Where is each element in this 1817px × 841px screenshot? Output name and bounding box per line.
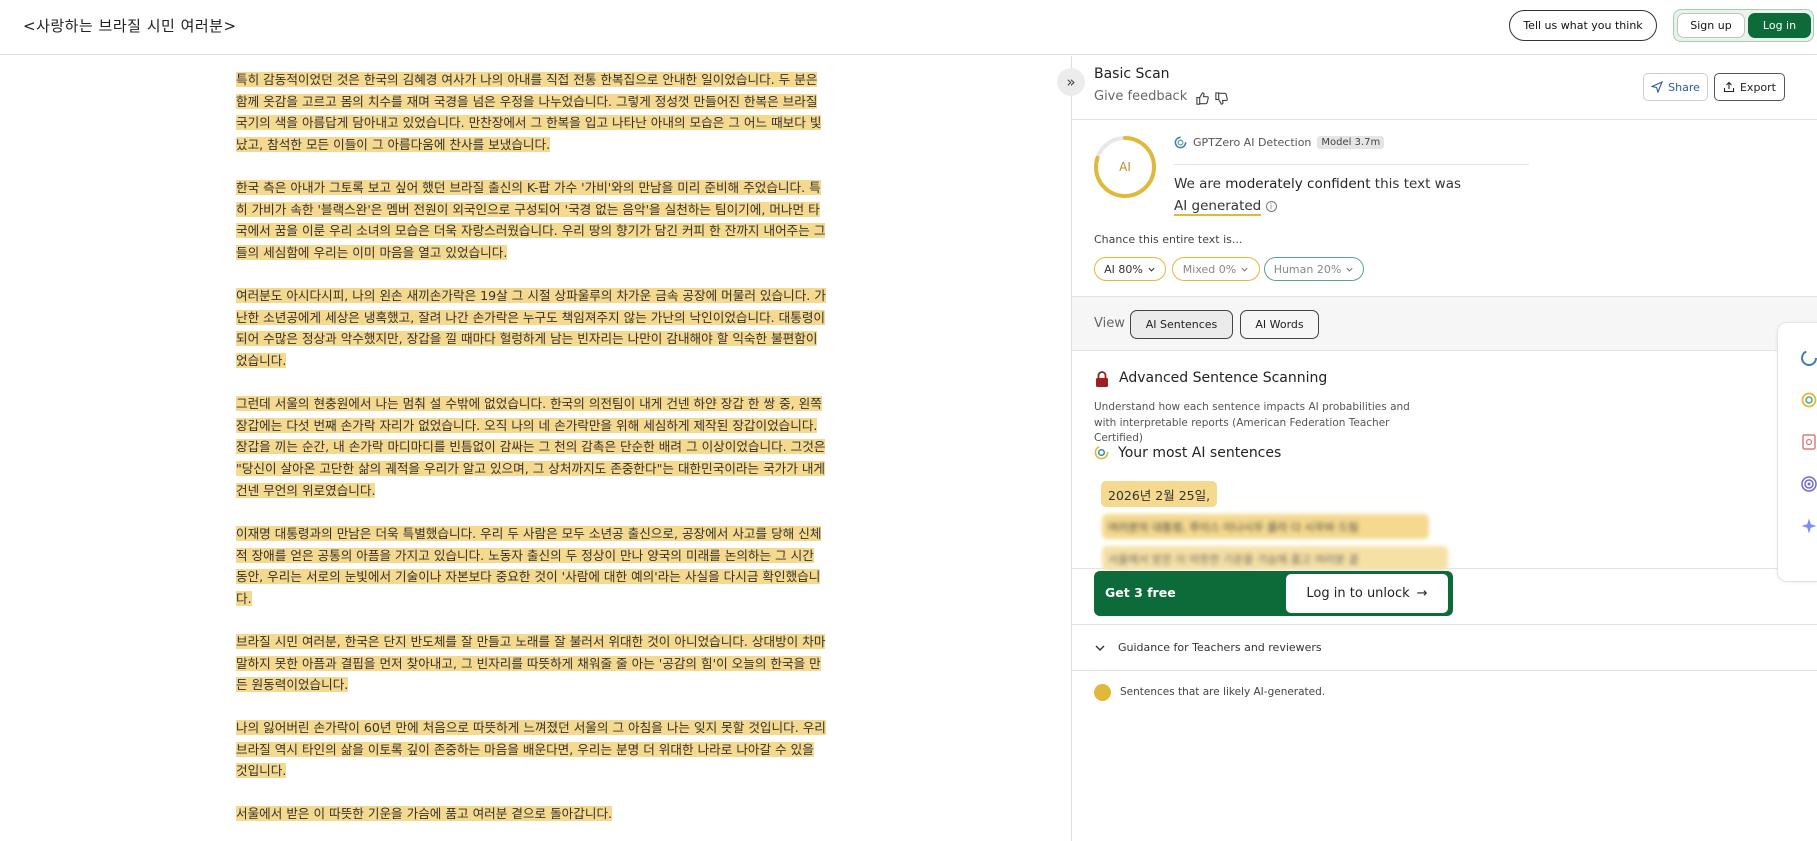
mixed-percentage-chip[interactable]: Mixed 0%	[1172, 257, 1260, 281]
info-icon[interactable]: i	[1265, 201, 1277, 212]
log-in-to-unlock-button[interactable]: Log in to unlock →	[1286, 574, 1448, 613]
ai-percentage-chip[interactable]: AI 80%	[1094, 257, 1166, 281]
model-badge: Model 3.7m	[1317, 136, 1385, 149]
arrow-right-icon: →	[1416, 586, 1428, 601]
paragraph: 그런데 서울의 현충원에서 나는 멈춰 설 수밖에 없었습니다. 한국의 의전팀…	[236, 396, 826, 498]
scan-icon[interactable]	[1800, 391, 1817, 409]
paragraph: 서울에서 받은 이 따뜻한 기운을 가슴에 품고 여러분 곁으로 돌아갑니다.	[236, 806, 613, 821]
chance-label: Chance this entire text is...	[1094, 233, 1243, 246]
legend-text: Sentences that are likely AI-generated.	[1120, 686, 1326, 698]
divider	[1072, 119, 1817, 120]
paragraph: 브라질 시민 여러분, 한국은 단지 반도체를 잘 만들고 노래를 잘 불러서 …	[236, 634, 826, 693]
share-label: Share	[1668, 80, 1700, 94]
blurred-sentence-item: 여러분의 대통령, 루이스 이나시우 룰라 다 시우바 드림	[1102, 514, 1429, 539]
legend-swatch	[1094, 684, 1111, 701]
divider	[1072, 624, 1817, 625]
view-label: View	[1094, 316, 1125, 331]
scan-panel: Basic Scan Give feedback Share Export AI…	[1071, 56, 1817, 841]
chevron-down-icon	[1095, 645, 1105, 651]
unlock-card: Get 3 free Log in to unlock →	[1094, 571, 1453, 616]
paragraph: 이재명 대통령과의 만남은 더욱 특별했습니다. 우리 두 사람은 모두 소년공…	[236, 526, 822, 607]
log-in-button[interactable]: Log in	[1748, 13, 1811, 38]
get-free-label: Get 3 free	[1105, 585, 1176, 600]
upload-icon	[1723, 81, 1735, 93]
gauge-label: AI	[1119, 160, 1131, 174]
thumbs-down-icon[interactable]	[1213, 90, 1229, 106]
side-toolbar	[1777, 322, 1817, 582]
share-button[interactable]: Share	[1643, 73, 1708, 101]
paragraph: 여러분도 아시다시피, 나의 왼손 새끼손가락은 19살 그 시절 상파울루의 …	[236, 288, 826, 369]
advanced-scanning-description: Understand how each sentence impacts AI …	[1094, 401, 1410, 444]
export-button[interactable]: Export	[1714, 73, 1785, 101]
ai-probability-gauge: AI	[1094, 136, 1156, 198]
sign-up-button[interactable]: Sign up	[1677, 13, 1745, 38]
human-percentage-chip[interactable]: Human 20%	[1264, 257, 1364, 281]
chevron-down-icon	[1346, 267, 1353, 272]
ai-sentence-item: 2026년 2월 25일,	[1101, 481, 1218, 507]
detector-label: GPTZero AI Detection Model 3.7m	[1174, 136, 1385, 149]
tab-ai-sentences[interactable]: AI Sentences	[1130, 310, 1233, 339]
gptzero-logo-icon[interactable]	[1800, 349, 1817, 367]
chevron-down-icon	[1241, 267, 1248, 272]
divider	[1072, 568, 1817, 569]
send-icon	[1651, 81, 1664, 93]
top-bar: <사랑하는 브라질 시민 여러분> Tell us what you think…	[0, 0, 1817, 55]
gptzero-logo-icon	[1094, 445, 1109, 460]
divider	[1174, 164, 1529, 165]
confidence-level: moderately confident	[1225, 176, 1371, 192]
paragraph: 나의 잃어버린 손가락이 60년 만에 처음으로 따뜻하게 느껴졌던 서울의 그…	[236, 720, 826, 779]
target-icon[interactable]	[1800, 475, 1817, 493]
gptzero-logo-icon	[1174, 136, 1187, 149]
sparkle-icon[interactable]	[1800, 517, 1817, 535]
document-check-icon[interactable]	[1800, 433, 1817, 451]
give-feedback-label: Give feedback	[1094, 89, 1188, 104]
advanced-scanning-title: Advanced Sentence Scanning	[1119, 370, 1328, 386]
verdict-text: We are moderately confident this text wa…	[1174, 176, 1461, 216]
export-label: Export	[1739, 80, 1776, 94]
view-selector: View AI Sentences AI Words	[1072, 296, 1817, 351]
scan-title: Basic Scan	[1094, 66, 1170, 82]
tell-us-button[interactable]: Tell us what you think	[1509, 10, 1657, 41]
thumbs-up-icon[interactable]	[1194, 90, 1210, 106]
tab-ai-words[interactable]: AI Words	[1240, 310, 1319, 339]
document-area[interactable]: 특히 감동적이었던 것은 한국의 김혜경 여사가 나의 아내를 직접 전통 한복…	[0, 56, 1071, 841]
verdict-result: AI generated	[1174, 198, 1262, 216]
most-ai-sentences-title: Your most AI sentences	[1118, 445, 1282, 461]
auth-button-group: Sign up Log in	[1673, 9, 1814, 42]
chevron-down-icon	[1148, 267, 1155, 272]
collapse-panel-icon[interactable]: »	[1057, 68, 1085, 96]
document-title: <사랑하는 브라질 시민 여러분>	[23, 17, 237, 35]
guidance-label: Guidance for Teachers and reviewers	[1118, 641, 1322, 654]
detector-name: GPTZero AI Detection	[1193, 136, 1312, 149]
lock-icon	[1096, 371, 1108, 387]
guidance-toggle[interactable]: Guidance for Teachers and reviewers	[1094, 641, 1322, 654]
divider	[1072, 670, 1817, 671]
paragraph: 특히 감동적이었던 것은 한국의 김혜경 여사가 나의 아내를 직접 전통 한복…	[236, 72, 822, 153]
paragraph: 한국 측은 아내가 그토록 보고 싶어 했던 브라질 출신의 K-팝 가수 '가…	[236, 180, 826, 261]
